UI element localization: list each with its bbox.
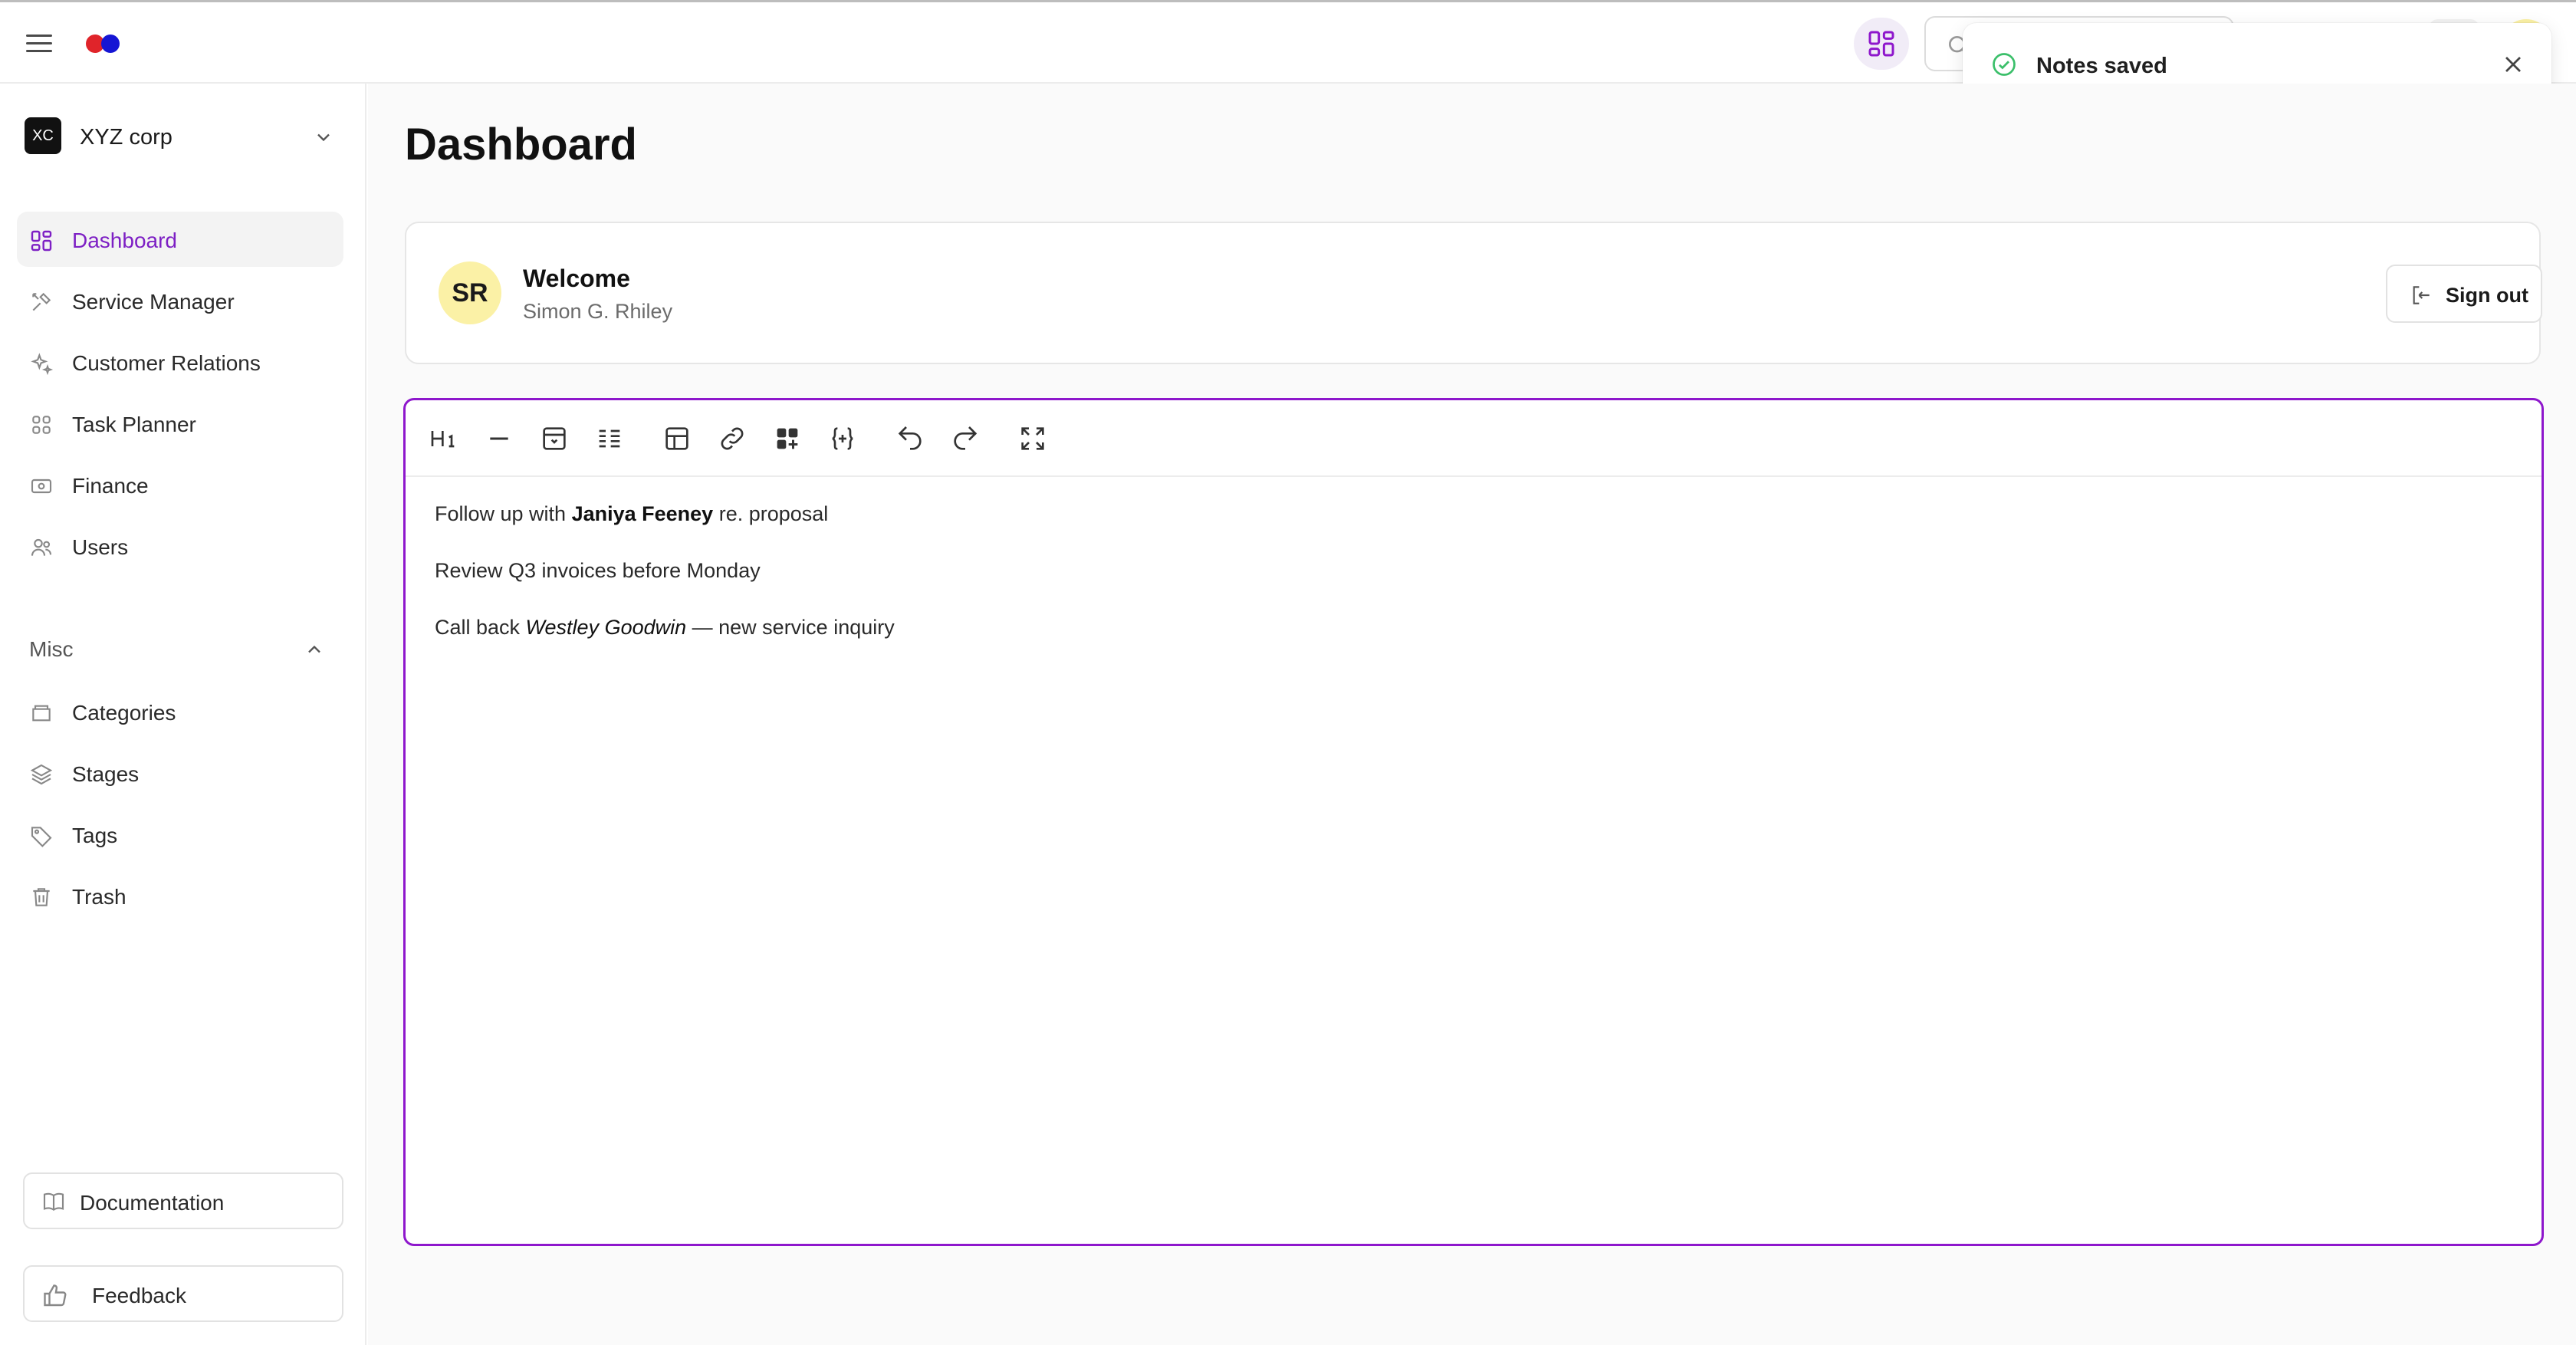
chevron-down-icon <box>317 133 330 142</box>
undo-button[interactable] <box>893 422 927 455</box>
sidebar-item-label: Dashboard <box>72 229 177 252</box>
archive-button[interactable] <box>537 422 571 455</box>
sidebar-item-finance[interactable]: Finance <box>17 457 343 512</box>
sidebar-item-label: Finance <box>72 474 149 498</box>
add-block-icon <box>777 428 798 449</box>
sidebar-item-label: Customer Relations <box>72 351 261 375</box>
link-button[interactable] <box>715 422 749 455</box>
sidebar-item-categories[interactable]: Categories <box>17 684 343 739</box>
close-icon[interactable] <box>2499 51 2527 78</box>
tag-icon <box>31 827 52 847</box>
sidebar-item-label: Categories <box>72 701 176 725</box>
welcome-card: SR Welcome Simon G. Rhiley Sign out <box>405 222 2542 364</box>
money-icon <box>31 478 52 494</box>
documentation-label: Documentation <box>80 1191 225 1215</box>
user-name: Simon G. Rhiley <box>523 300 673 323</box>
sidebar-item-label: Users <box>72 535 129 559</box>
list-button[interactable] <box>593 422 626 455</box>
sign-out-label: Sign out <box>2446 284 2528 307</box>
documentation-button[interactable]: Documentation <box>23 1172 343 1229</box>
heading-button[interactable] <box>427 422 461 455</box>
horizontal-rule-icon <box>490 437 508 440</box>
table-icon <box>665 427 688 450</box>
sidebar-item-service-manager[interactable]: Service Manager <box>17 273 343 328</box>
note-mention: Westley Goodwin <box>525 616 687 639</box>
notes-editor[interactable]: Follow up with Janiya Feeney re. proposa… <box>403 398 2544 1246</box>
thumbs-up-icon <box>44 1284 67 1307</box>
sidebar-item-users[interactable]: Users <box>17 518 343 574</box>
trash-icon <box>33 888 50 906</box>
folder-icon <box>32 705 51 722</box>
layers-icon <box>30 764 53 785</box>
section-label: Misc <box>29 637 74 661</box>
editor-content[interactable]: Follow up with Janiya Feeney re. proposa… <box>435 500 2505 670</box>
note-line[interactable]: Follow up with Janiya Feeney re. proposa… <box>435 500 2505 557</box>
link-icon <box>721 427 744 450</box>
avatar: SR <box>439 261 501 324</box>
archive-icon <box>543 427 566 450</box>
note-text: Review Q3 invoices before Monday <box>435 559 761 582</box>
org-name: XYZ corp <box>80 125 172 150</box>
brand-logo[interactable] <box>86 35 123 53</box>
undo-icon <box>898 426 922 450</box>
sidebar-item-label: Task Planner <box>72 413 196 436</box>
grid-icon <box>32 416 51 434</box>
sidebar-item-dashboard[interactable]: Dashboard <box>17 212 343 267</box>
note-text: re. proposal <box>713 502 829 525</box>
feedback-button[interactable]: Feedback <box>23 1265 343 1322</box>
chevron-up-icon <box>308 645 320 653</box>
sign-out-icon <box>2413 286 2430 304</box>
check-circle-icon <box>1993 53 2016 76</box>
note-line[interactable]: Call back Westley Goodwin — new service … <box>435 613 2505 670</box>
note-text: Follow up with <box>435 502 572 525</box>
table-button[interactable] <box>660 422 694 455</box>
variable-icon <box>832 427 853 450</box>
note-line[interactable]: Review Q3 invoices before Monday <box>435 557 2505 613</box>
sidebar-item-label: Service Manager <box>72 290 235 314</box>
org-badge: XC <box>25 117 61 154</box>
sidebar-item-label: Stages <box>72 762 140 786</box>
list-icon <box>599 429 620 448</box>
menu-icon[interactable] <box>23 28 57 59</box>
sidebar-item-task-planner[interactable]: Task Planner <box>17 396 343 451</box>
users-icon <box>31 538 52 556</box>
org-switcher[interactable]: XC XYZ corp <box>25 113 347 162</box>
sidebar-item-stages[interactable]: Stages <box>17 745 343 801</box>
note-text: Call back <box>435 616 526 639</box>
fullscreen-icon <box>1021 427 1044 450</box>
sidebar-item-customer-relations[interactable]: Customer Relations <box>17 334 343 390</box>
misc-section-toggle[interactable]: Misc <box>29 634 336 665</box>
toast-message: Notes saved <box>2036 54 2167 78</box>
feedback-label: Feedback <box>92 1284 186 1307</box>
sign-out-button[interactable]: Sign out <box>2386 265 2542 323</box>
page-title: Dashboard <box>405 120 637 169</box>
fullscreen-button[interactable] <box>1016 422 1050 455</box>
note-mention: Janiya Feeney <box>571 502 714 525</box>
heading-icon <box>431 431 455 448</box>
variable-button[interactable] <box>826 422 859 455</box>
welcome-title: Welcome <box>523 265 630 292</box>
horizontal-rule-button[interactable] <box>482 422 516 455</box>
sidebar-item-tags[interactable]: Tags <box>17 807 343 862</box>
tools-icon <box>32 292 51 311</box>
redo-button[interactable] <box>948 422 982 455</box>
book-icon <box>43 1192 64 1211</box>
sparkle-icon <box>31 353 54 376</box>
note-text: — new service inquiry <box>686 616 895 639</box>
dashboard-icon <box>1868 31 1894 57</box>
redo-icon <box>954 426 978 450</box>
app-root: Notes saved XC XYZ corp Dashboard Servic… <box>0 0 2576 1345</box>
add-block-button[interactable] <box>770 422 804 455</box>
sidebar-item-trash[interactable]: Trash <box>17 868 343 923</box>
editor-toolbar <box>406 400 2542 477</box>
sidebar: XC XYZ corp Dashboard Service Manager Cu… <box>0 84 366 1345</box>
main-content: Dashboard SR Welcome Simon G. Rhiley Sig… <box>368 84 2576 1345</box>
sidebar-item-label: Trash <box>72 885 127 909</box>
apps-button[interactable] <box>1854 18 1909 70</box>
sidebar-item-label: Tags <box>72 824 118 847</box>
dashboard-icon <box>31 230 52 252</box>
